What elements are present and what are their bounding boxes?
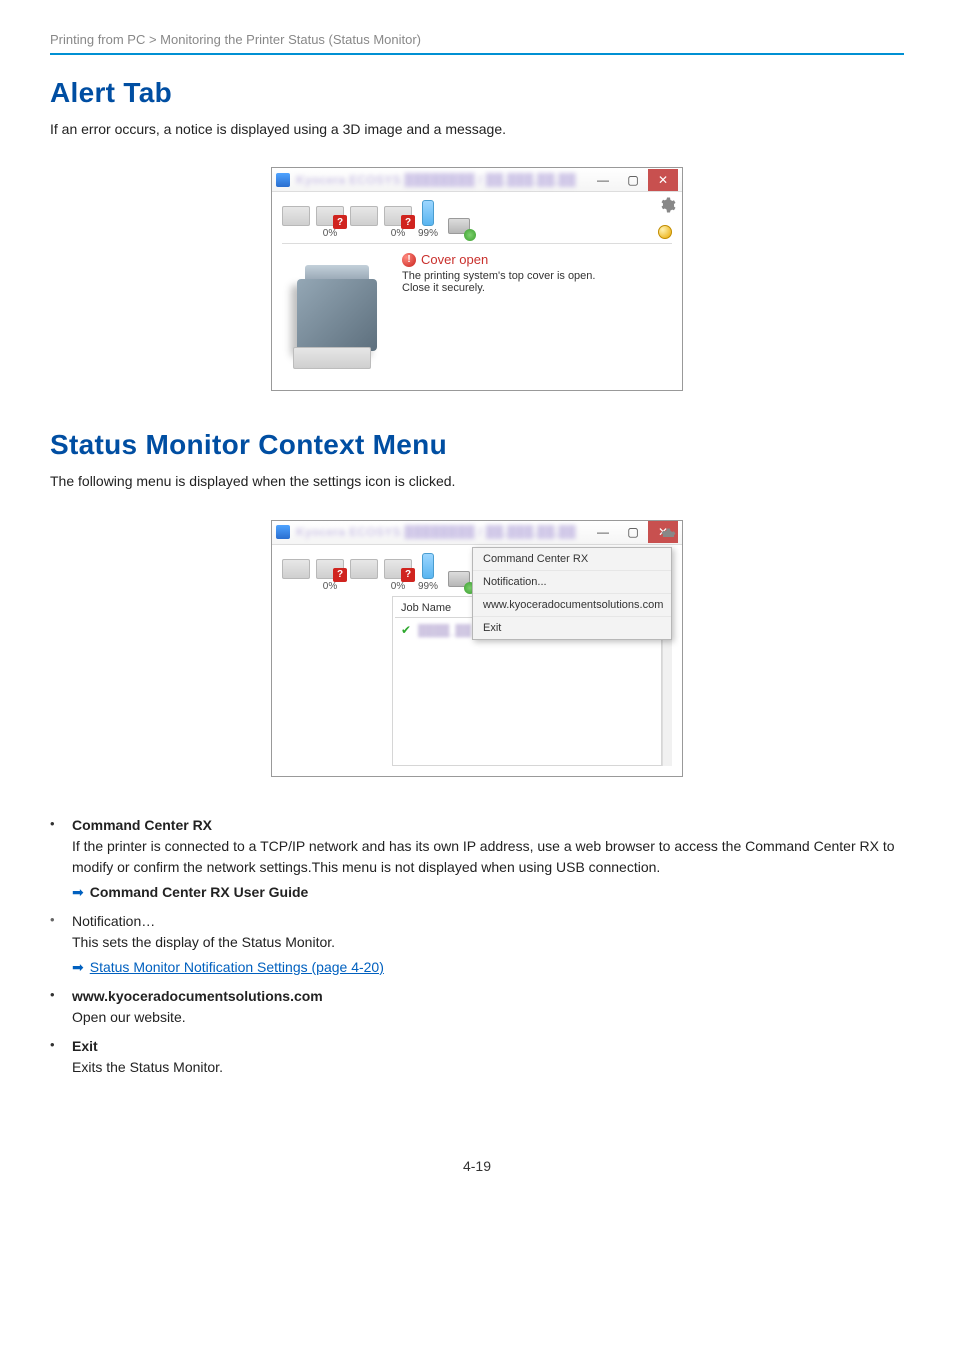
- gear-icon[interactable]: [658, 196, 676, 214]
- alert-error-line2: Close it securely.: [402, 282, 672, 294]
- toner-icon[interactable]: 99%: [418, 200, 438, 239]
- minimize-button[interactable]: —: [588, 521, 618, 543]
- reference-link[interactable]: Status Monitor Notification Settings (pa…: [90, 957, 384, 978]
- tray-percent-1: 0%: [316, 581, 344, 592]
- list-item-content: www.kyoceradocumentsolutions.comOpen our…: [72, 986, 904, 1028]
- menu-item-exit[interactable]: Exit: [473, 616, 671, 639]
- window-titlebar: Kyocera ECOSYS ████████ / ██.███.██.██ —…: [272, 521, 682, 545]
- list-item-title: www.kyoceradocumentsolutions.com: [72, 986, 904, 1007]
- context-menu-intro: The following menu is displayed when the…: [50, 471, 904, 491]
- printer-3d-image: [282, 596, 390, 766]
- reference-row: ➡ Command Center RX User Guide: [72, 882, 904, 903]
- list-item-title: Command Center RX: [72, 815, 904, 836]
- waste-toner-tab[interactable]: [444, 566, 474, 592]
- waste-toner-tab[interactable]: [444, 213, 474, 239]
- app-icon: [276, 173, 290, 187]
- printer-3d-image: [282, 250, 392, 380]
- gear-icon-partial[interactable]: [658, 527, 676, 537]
- window-title: Kyocera ECOSYS ████████ / ██.███.██.██: [296, 173, 588, 187]
- tray-icon-mp[interactable]: [282, 206, 310, 239]
- menu-item-website[interactable]: www.kyoceradocumentsolutions.com: [473, 593, 671, 616]
- reference-row: ➡ Status Monitor Notification Settings (p…: [72, 957, 904, 978]
- reference-text: Command Center RX User Guide: [90, 882, 309, 903]
- list-item-desc: Open our website.: [72, 1007, 904, 1028]
- list-item: •Command Center RXIf the printer is conn…: [50, 815, 904, 903]
- toner-percent: 99%: [418, 581, 438, 592]
- list-item-desc: If the printer is connected to a TCP/IP …: [72, 836, 904, 878]
- list-item: • ExitExits the Status Monitor.: [50, 1036, 904, 1078]
- tray-percent-2: 0%: [384, 581, 412, 592]
- figure-context-window: Kyocera ECOSYS ████████ / ██.███.██.██ —…: [50, 520, 904, 777]
- error-icon: !: [402, 253, 416, 267]
- list-item-content: Command Center RXIf the printer is conne…: [72, 815, 904, 903]
- check-icon: ✔: [401, 623, 411, 637]
- alert-error-title: Cover open: [421, 252, 488, 267]
- close-button[interactable]: ✕: [648, 169, 678, 191]
- bullet-marker: •: [50, 1036, 58, 1078]
- alert-error-line1: The printing system's top cover is open.: [402, 270, 672, 282]
- bullet-marker: •: [50, 986, 58, 1028]
- tray-icon-1[interactable]: 0%: [316, 559, 344, 592]
- tray-icon-3[interactable]: 0%: [384, 559, 412, 592]
- page-number: 4-19: [50, 1158, 904, 1174]
- maximize-button[interactable]: ▢: [618, 521, 648, 543]
- section-divider: [50, 53, 904, 55]
- list-item: •Notification…This sets the display of t…: [50, 911, 904, 978]
- context-menu: Command Center RX Notification... www.ky…: [472, 547, 672, 640]
- list-item-title: Exit: [72, 1036, 904, 1057]
- heading-context-menu: Status Monitor Context Menu: [50, 429, 904, 461]
- minimize-button[interactable]: —: [588, 169, 618, 191]
- tray-icon-1[interactable]: 0%: [316, 206, 344, 239]
- list-item: • www.kyoceradocumentsolutions.comOpen ou…: [50, 986, 904, 1028]
- list-item-content: Notification…This sets the display of th…: [72, 911, 904, 978]
- tray-icon-mp[interactable]: [282, 559, 310, 592]
- tray-percent-2: 0%: [384, 228, 412, 239]
- maximize-button[interactable]: ▢: [618, 169, 648, 191]
- context-menu-description-list: •Command Center RXIf the printer is conn…: [50, 815, 904, 1078]
- toner-percent: 99%: [418, 228, 438, 239]
- bullet-marker: •: [50, 815, 58, 903]
- window-title: Kyocera ECOSYS ████████ / ██.███.██.██: [296, 525, 588, 539]
- list-item-desc: Exits the Status Monitor.: [72, 1057, 904, 1078]
- window-titlebar: Kyocera ECOSYS ████████ / ██.███.██.██ —…: [272, 168, 682, 192]
- bullet-marker: •: [50, 911, 58, 978]
- menu-item-notification[interactable]: Notification...: [473, 570, 671, 593]
- breadcrumb: Printing from PC > Monitoring the Printe…: [50, 32, 904, 47]
- job-name-value: ████_██: [418, 625, 471, 637]
- toner-icon[interactable]: 99%: [418, 553, 438, 592]
- figure-alert-window: Kyocera ECOSYS ████████ / ██.███.██.██ —…: [50, 167, 904, 391]
- arrow-icon: ➡: [72, 957, 84, 978]
- tray-icon-2[interactable]: [350, 206, 378, 239]
- status-monitor-window-alert: Kyocera ECOSYS ████████ / ██.███.██.██ —…: [271, 167, 683, 391]
- tray-percent-1: 0%: [316, 228, 344, 239]
- app-icon: [276, 525, 290, 539]
- list-item-title: Notification…: [72, 911, 904, 932]
- tray-icon-2[interactable]: [350, 559, 378, 592]
- heading-alert-tab: Alert Tab: [50, 77, 904, 109]
- status-monitor-window-context: Kyocera ECOSYS ████████ / ██.███.██.██ —…: [271, 520, 683, 777]
- list-item-content: ExitExits the Status Monitor.: [72, 1036, 904, 1078]
- arrow-icon: ➡: [72, 882, 84, 903]
- alert-tab-intro: If an error occurs, a notice is displaye…: [50, 119, 904, 139]
- tray-icon-3[interactable]: 0%: [384, 206, 412, 239]
- alert-status-lamp: [658, 225, 672, 239]
- menu-item-command-center[interactable]: Command Center RX: [473, 548, 671, 570]
- list-item-desc: This sets the display of the Status Moni…: [72, 932, 904, 953]
